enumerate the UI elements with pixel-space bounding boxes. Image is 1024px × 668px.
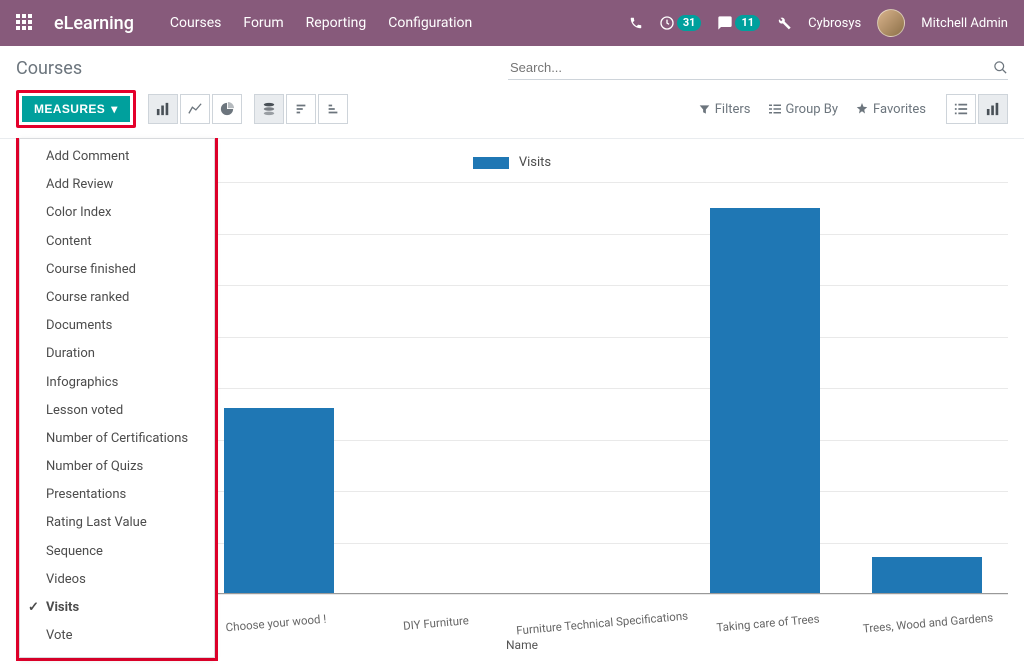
caret-down-icon: ▾ [111,102,117,116]
user-menu[interactable]: Mitchell Admin [921,16,1008,31]
tools-icon[interactable] [776,15,792,31]
measure-option[interactable]: Content [20,228,214,256]
measure-option[interactable]: Number of Quizs [20,453,214,481]
messages-icon[interactable]: 11 [717,15,760,31]
measure-option[interactable]: Visits [20,594,214,622]
measure-option[interactable]: Duration [20,340,214,368]
nav-reporting[interactable]: Reporting [306,15,367,31]
legend-swatch [473,157,509,169]
measure-option[interactable]: Videos [20,566,214,594]
group-by-button[interactable]: Group By [769,102,839,117]
measures-dropdown[interactable]: Add CommentAdd ReviewColor IndexContentC… [19,138,215,658]
star-icon [856,103,868,115]
search-input[interactable] [508,56,993,79]
measure-option[interactable]: Course finished [20,256,214,284]
filters-button[interactable]: Filters [699,102,751,117]
messages-badge: 11 [735,15,760,31]
apps-icon[interactable] [16,14,34,32]
main-menu: Courses Forum Reporting Configuration [170,15,472,31]
sort-desc-button[interactable] [286,94,316,124]
measure-option[interactable]: Add Comment [20,143,214,171]
activities-badge: 31 [677,15,702,31]
measure-option[interactable]: Course ranked [20,284,214,312]
measure-option[interactable]: Rating Last Value [20,509,214,537]
x-tick-label: Choose your wood ! [196,609,357,637]
bar[interactable] [710,208,820,593]
bar[interactable] [224,408,334,593]
legend-label: Visits [519,155,551,170]
activities-icon[interactable]: 31 [659,15,702,31]
measure-option[interactable]: Lesson voted [20,397,214,425]
sort-asc-button[interactable] [318,94,348,124]
measures-button[interactable]: MEASURES ▾ [22,96,130,122]
measure-option[interactable]: Infographics [20,369,214,397]
phone-icon[interactable] [629,16,643,30]
bar-chart-button[interactable] [148,94,178,124]
graph-view-button[interactable] [978,94,1008,124]
company-switcher[interactable]: Cybrosys [808,16,861,31]
nav-courses[interactable]: Courses [170,15,221,31]
nav-forum[interactable]: Forum [243,15,283,31]
measure-option[interactable]: Documents [20,312,214,340]
measure-option[interactable]: Sequence [20,538,214,566]
measure-option[interactable]: Vote [20,622,214,650]
measure-option[interactable]: Votes [20,650,214,658]
pie-chart-button[interactable] [212,94,242,124]
list-view-button[interactable] [946,94,976,124]
brand-name: eLearning [54,13,134,34]
list-icon [769,103,781,115]
favorites-button[interactable]: Favorites [856,102,926,117]
page-title: Courses [16,58,82,79]
x-tick-label: DIY Furniture [356,609,517,637]
avatar[interactable] [877,9,905,37]
nav-configuration[interactable]: Configuration [388,15,472,31]
bar[interactable] [872,557,982,593]
measure-option[interactable]: Add Review [20,171,214,199]
line-chart-button[interactable] [180,94,210,124]
measure-option[interactable]: Presentations [20,481,214,509]
measure-option[interactable]: Color Index [20,199,214,227]
filter-icon [699,104,710,115]
x-tick-label: Trees, Wood and Gardens [848,609,1009,637]
measure-option[interactable]: Number of Certifications [20,425,214,453]
search-box[interactable] [508,56,1008,80]
x-tick-label: Furniture Technical Specifications [516,609,689,638]
search-icon[interactable] [993,60,1008,75]
stacked-button[interactable] [254,94,284,124]
x-tick-label: Taking care of Trees [688,609,849,637]
